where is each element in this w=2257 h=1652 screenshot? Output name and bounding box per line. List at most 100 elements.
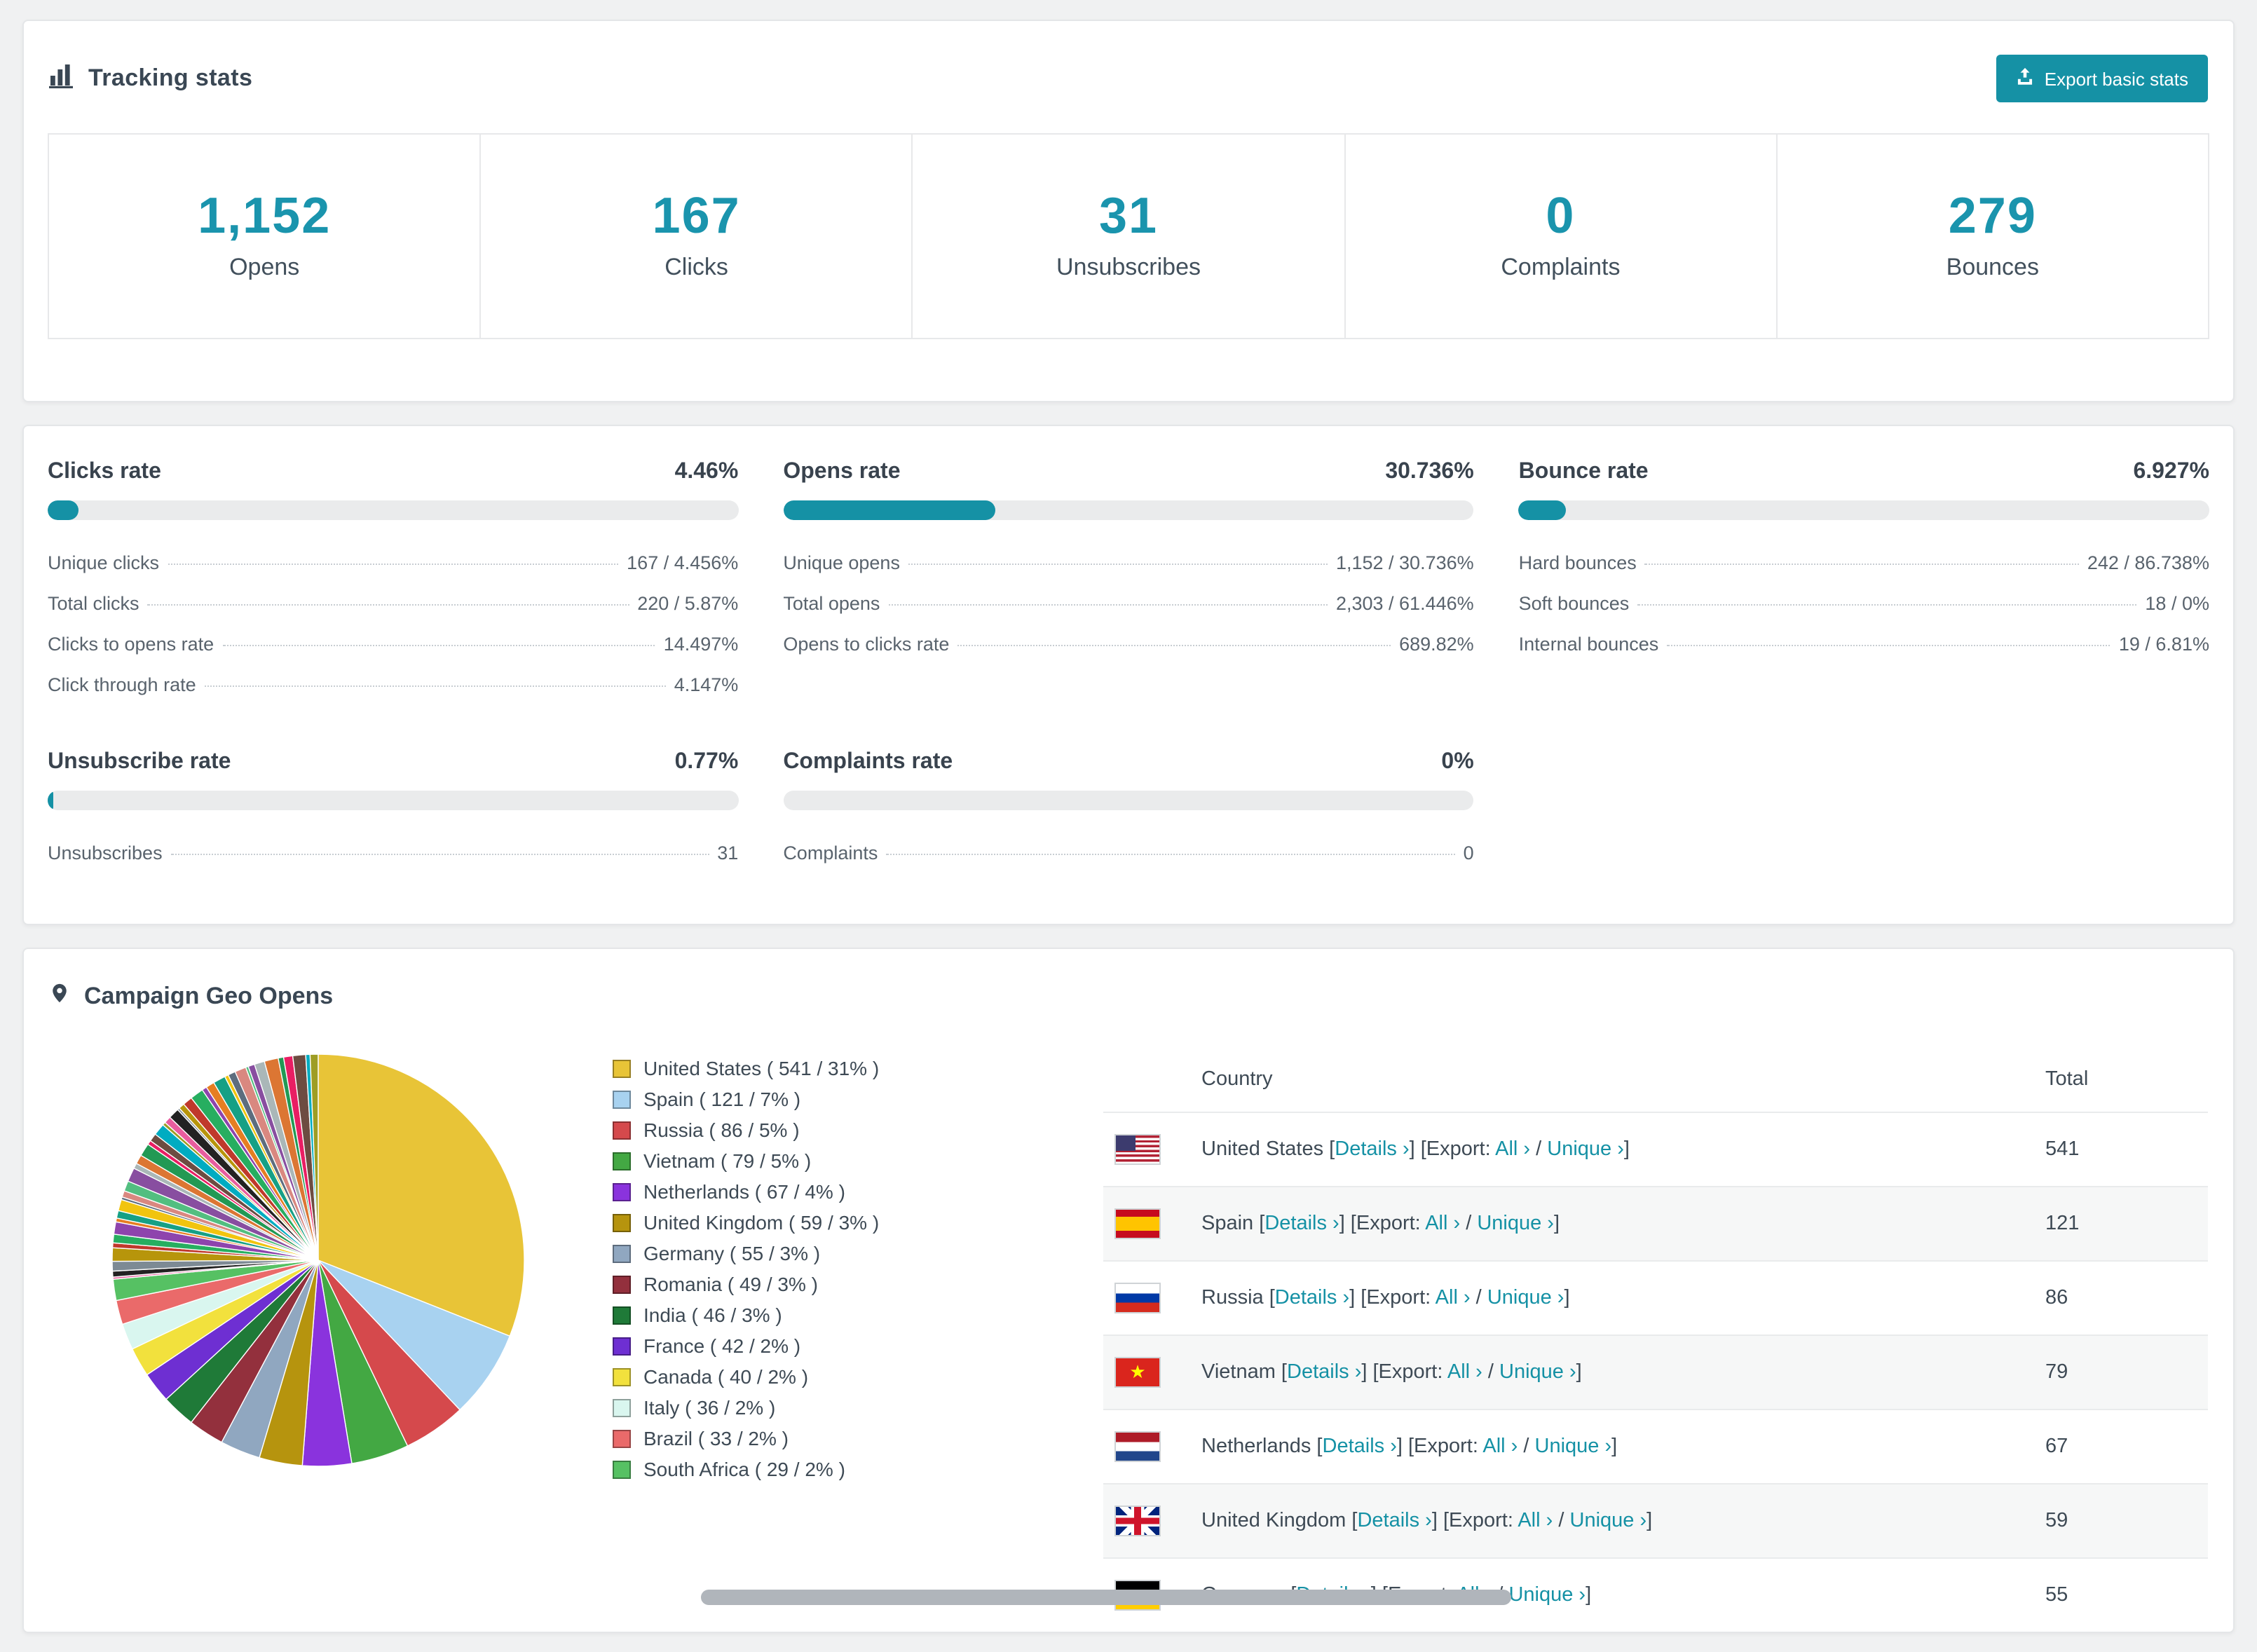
stat-label: Complaints bbox=[1501, 253, 1621, 280]
export-unique-link[interactable]: Unique › bbox=[1535, 1435, 1612, 1457]
rate-title: Clicks rate bbox=[48, 459, 161, 484]
export-all-link[interactable]: All › bbox=[1436, 1286, 1471, 1309]
stat-label: Unsubscribes bbox=[1056, 253, 1201, 280]
legend-item: Italy ( 36 / 2% ) bbox=[613, 1396, 1103, 1418]
bounce-rate-bar bbox=[1518, 500, 2209, 520]
stat-clicks: 167 Clicks bbox=[481, 135, 913, 338]
legend-item: France ( 42 / 2% ) bbox=[613, 1334, 1103, 1356]
legend-item: Vietnam ( 79 / 5% ) bbox=[613, 1149, 1103, 1171]
legend-swatch bbox=[613, 1367, 631, 1386]
export-all-link[interactable]: All › bbox=[1482, 1435, 1518, 1457]
details-link[interactable]: Details › bbox=[1287, 1360, 1361, 1383]
legend-swatch bbox=[613, 1398, 631, 1417]
united-kingdom-flag-icon bbox=[1114, 1505, 1161, 1536]
export-basic-stats-button[interactable]: Export basic stats bbox=[1996, 55, 2208, 102]
clicks-rate-bar bbox=[48, 500, 739, 520]
total-value: 55 bbox=[2034, 1557, 2208, 1632]
tracking-stats-card: Tracking stats Export basic stats 1,152 … bbox=[22, 20, 2235, 402]
export-all-link[interactable]: All › bbox=[1447, 1360, 1482, 1383]
horizontal-scrollbar-thumb[interactable] bbox=[701, 1590, 1511, 1605]
opens-rate-bar bbox=[783, 500, 1474, 520]
legend-swatch bbox=[613, 1059, 631, 1078]
details-link[interactable]: Details › bbox=[1275, 1286, 1349, 1309]
details-link[interactable]: Details › bbox=[1357, 1509, 1431, 1531]
legend-swatch bbox=[613, 1182, 631, 1201]
legend-swatch bbox=[613, 1121, 631, 1140]
export-unique-link[interactable]: Unique › bbox=[1508, 1583, 1586, 1606]
geo-opens-title: Campaign Geo Opens bbox=[84, 982, 334, 1009]
total-value: 86 bbox=[2034, 1260, 2208, 1335]
page: Tracking stats Export basic stats 1,152 … bbox=[0, 0, 2257, 1652]
details-link[interactable]: Details › bbox=[1323, 1435, 1397, 1457]
table-row-spain: Spain [Details ›] [Export: All › / Uniqu… bbox=[1103, 1185, 2208, 1261]
legend-swatch bbox=[613, 1275, 631, 1294]
netherlands-flag-icon bbox=[1114, 1431, 1161, 1462]
rate-title: Unsubscribe rate bbox=[48, 749, 231, 774]
stat-value: 1,152 bbox=[198, 186, 332, 244]
rate-title: Complaints rate bbox=[783, 749, 953, 774]
summary-stats-row: 1,152 Opens 167 Clicks 31 Unsubscribes 0… bbox=[48, 133, 2209, 339]
legend-item: South Africa ( 29 / 2% ) bbox=[613, 1458, 1103, 1480]
vietnam-flag-icon bbox=[1114, 1356, 1161, 1388]
export-all-link[interactable]: All › bbox=[1518, 1509, 1553, 1531]
geo-pie-chart bbox=[24, 1046, 613, 1631]
opens-rate-block: Opens rate 30.736% Unique opens 1,152 / 3… bbox=[783, 459, 1474, 655]
stat-unsubscribes: 31 Unsubscribes bbox=[913, 135, 1346, 338]
pie-legend: United States ( 541 / 31% ) Spain ( 121 … bbox=[613, 1057, 1103, 1631]
clicks-rate-block: Clicks rate 4.46% Unique clicks 167 / 4.4… bbox=[48, 459, 739, 695]
russia-flag-icon bbox=[1114, 1282, 1161, 1313]
legend-item: Spain ( 121 / 7% ) bbox=[613, 1088, 1103, 1110]
total-value: 79 bbox=[2034, 1334, 2208, 1409]
map-pin-icon bbox=[49, 979, 70, 1013]
geo-opens-header: Campaign Geo Opens bbox=[24, 948, 2233, 1024]
legend-item: Germany ( 55 / 3% ) bbox=[613, 1242, 1103, 1264]
rate-value: 0% bbox=[1441, 749, 1474, 774]
complaints-rate-block: Complaints rate 0% Complaints 0 bbox=[783, 749, 1474, 863]
rate-value: 30.736% bbox=[1385, 459, 1474, 484]
geo-table: Country Total United States [Details ›] … bbox=[1103, 1046, 2208, 1632]
details-link[interactable]: Details › bbox=[1335, 1138, 1409, 1160]
unsubscribe-rate-block: Unsubscribe rate 0.77% Unsubscribes 31 bbox=[48, 749, 739, 863]
export-unique-link[interactable]: Unique › bbox=[1499, 1360, 1576, 1383]
page-title: Tracking stats bbox=[88, 64, 253, 91]
rate-value: 6.927% bbox=[2133, 459, 2209, 484]
details-link[interactable]: Details › bbox=[1264, 1212, 1339, 1234]
legend-swatch bbox=[613, 1090, 631, 1109]
stat-value: 167 bbox=[652, 186, 741, 244]
stat-value: 0 bbox=[1546, 186, 1576, 244]
export-unique-link[interactable]: Unique › bbox=[1547, 1138, 1624, 1160]
spain-flag-icon bbox=[1114, 1208, 1161, 1239]
country-column-header: Country bbox=[1201, 1067, 1273, 1091]
legend-item: Romania ( 49 / 3% ) bbox=[613, 1273, 1103, 1295]
geo-content: United States ( 541 / 31% ) Spain ( 121 … bbox=[24, 1024, 2233, 1632]
legend-item: Netherlands ( 67 / 4% ) bbox=[613, 1180, 1103, 1202]
rates-grid: Clicks rate 4.46% Unique clicks 167 / 4.4… bbox=[24, 425, 2233, 923]
bounce-rate-block: Bounce rate 6.927% Hard bounces 242 / 86.… bbox=[1518, 459, 2209, 655]
rate-value: 0.77% bbox=[674, 749, 739, 774]
unsubscribe-rate-bar bbox=[48, 790, 739, 810]
legend-swatch bbox=[613, 1429, 631, 1448]
stat-label: Opens bbox=[229, 253, 300, 280]
legend-swatch bbox=[613, 1244, 631, 1263]
export-unique-link[interactable]: Unique › bbox=[1477, 1212, 1554, 1234]
legend-swatch bbox=[613, 1306, 631, 1325]
stat-label: Bounces bbox=[1946, 253, 2039, 280]
export-unique-link[interactable]: Unique › bbox=[1570, 1509, 1647, 1531]
pie-chart-svg bbox=[111, 1053, 525, 1466]
united-states-flag-icon bbox=[1114, 1133, 1161, 1165]
export-icon bbox=[2017, 67, 2035, 90]
stat-value: 31 bbox=[1098, 186, 1159, 244]
table-header-row: Country Total bbox=[1103, 1046, 2208, 1112]
export-all-link[interactable]: All › bbox=[1495, 1138, 1530, 1160]
rate-value: 4.46% bbox=[674, 459, 739, 484]
table-row-vietnam: Vietnam [Details ›] [Export: All › / Uni… bbox=[1103, 1334, 2208, 1409]
stat-bounces: 279 Bounces bbox=[1778, 135, 2208, 337]
legend-item: India ( 46 / 3% ) bbox=[613, 1304, 1103, 1325]
complaints-rate-bar bbox=[783, 790, 1474, 810]
viewport: Tracking stats Export basic stats 1,152 … bbox=[0, 0, 2257, 1633]
export-unique-link[interactable]: Unique › bbox=[1487, 1286, 1564, 1309]
rate-title: Bounce rate bbox=[1518, 459, 1649, 484]
export-all-link[interactable]: All › bbox=[1425, 1212, 1460, 1234]
table-row-netherlands: Netherlands [Details ›] [Export: All › /… bbox=[1103, 1408, 2208, 1484]
legend-item: United States ( 541 / 31% ) bbox=[613, 1057, 1103, 1079]
